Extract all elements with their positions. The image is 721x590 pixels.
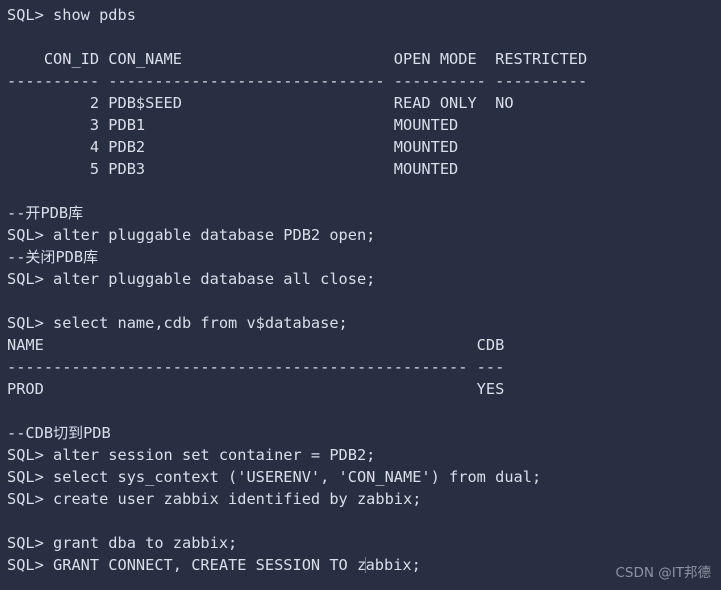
terminal-line-vdb-separator: ----------------------------------------…	[7, 356, 721, 378]
terminal-line-blank-1	[7, 26, 721, 48]
ascii-text-run: SQL> alter session set container = PDB2;	[7, 446, 376, 464]
ascii-text-run: PDB	[40, 204, 69, 222]
terminal-line-blank-2	[7, 180, 721, 202]
terminal-window[interactable]: SQL> show pdbs CON_ID CON_NAME OPEN MODE…	[0, 0, 721, 590]
cjk-text-run: 关闭	[25, 248, 56, 266]
terminal-line-pdbs-header: CON_ID CON_NAME OPEN MODE RESTRICTED	[7, 48, 721, 70]
ascii-text-run: SQL> alter pluggable database PDB2 open;	[7, 226, 376, 244]
terminal-line-comment-close-pdb: --关闭PDB库	[7, 246, 721, 268]
terminal-line-pdbs-separator: ---------- -----------------------------…	[7, 70, 721, 92]
cjk-text-run: 开	[25, 204, 41, 222]
terminal-line-cmd-show-pdbs: SQL> show pdbs	[7, 4, 721, 26]
ascii-text-run: ----------------------------------------…	[7, 358, 505, 376]
ascii-text-run: --	[7, 204, 26, 222]
terminal-line-blank-5	[7, 510, 721, 532]
terminal-line-comment-cdb-to-pdb: --CDB切到PDB	[7, 422, 721, 444]
terminal-line-cmd-create-user: SQL> create user zabbix identified by za…	[7, 488, 721, 510]
ascii-text-run: 5 PDB3 MOUNTED	[7, 160, 459, 178]
ascii-text-run: SQL> show pdbs	[7, 6, 136, 24]
terminal-line-comment-open-pdb: --开PDB库	[7, 202, 721, 224]
terminal-line-cmd-select-vdatabase: SQL> select name,cdb from v$database;	[7, 312, 721, 334]
ascii-text-run: --	[7, 248, 26, 266]
terminal-line-cmd-grant-dba: SQL> grant dba to zabbix;	[7, 532, 721, 554]
terminal-line-pdbs-row-pdb3: 5 PDB3 MOUNTED	[7, 158, 721, 180]
terminal-output: SQL> show pdbs CON_ID CON_NAME OPEN MODE…	[7, 4, 721, 576]
ascii-text-run: SQL> create user zabbix identified by za…	[7, 490, 422, 508]
terminal-line-cmd-sys-context: SQL> select sys_context ('USERENV', 'CON…	[7, 466, 721, 488]
ascii-text-run: 2 PDB$SEED READ ONLY NO	[7, 94, 514, 112]
ascii-text-run: SQL> GRANT CONNECT, CREATE SESSION TO z	[7, 556, 367, 574]
ascii-text-run: SQL> grant dba to zabbix;	[7, 534, 238, 552]
text-cursor	[365, 557, 367, 573]
csdn-watermark: CSDN @IT邦德	[615, 565, 711, 581]
ascii-text-run: --CDB	[7, 424, 54, 442]
terminal-line-cmd-close-all: SQL> alter pluggable database all close;	[7, 268, 721, 290]
terminal-line-cmd-open-pdb2: SQL> alter pluggable database PDB2 open;	[7, 224, 721, 246]
terminal-line-vdb-header: NAME CDB	[7, 334, 721, 356]
terminal-line-blank-4	[7, 400, 721, 422]
terminal-line-vdb-row-prod: PROD YES	[7, 378, 721, 400]
terminal-line-pdbs-row-seed: 2 PDB$SEED READ ONLY NO	[7, 92, 721, 114]
terminal-line-cmd-set-container: SQL> alter session set container = PDB2;	[7, 444, 721, 466]
ascii-text-run: CON_ID CON_NAME OPEN MODE RESTRICTED	[7, 50, 588, 68]
ascii-text-run: 4 PDB2 MOUNTED	[7, 138, 459, 156]
cjk-text-run: 库	[68, 204, 84, 222]
ascii-text-run: 3 PDB1 MOUNTED	[7, 116, 459, 134]
ascii-text-run: PDB	[55, 248, 84, 266]
terminal-line-blank-3	[7, 290, 721, 312]
ascii-text-run: PDB	[83, 424, 111, 442]
ascii-text-run: SQL> select sys_context ('USERENV', 'CON…	[7, 468, 542, 486]
terminal-line-pdbs-row-pdb2: 4 PDB2 MOUNTED	[7, 136, 721, 158]
ascii-text-run: SQL> select name,cdb from v$database;	[7, 314, 348, 332]
ascii-text-run: NAME CDB	[7, 336, 505, 354]
ascii-text-run: SQL> alter pluggable database all close;	[7, 270, 376, 288]
terminal-line-pdbs-row-pdb1: 3 PDB1 MOUNTED	[7, 114, 721, 136]
ascii-text-run: abbix;	[365, 556, 421, 574]
ascii-text-run: PROD YES	[7, 380, 505, 398]
cjk-text-run: 库	[83, 248, 99, 266]
cjk-text-run: 切到	[53, 424, 84, 442]
terminal-line-cmd-grant-connect: SQL> GRANT CONNECT, CREATE SESSION TO za…	[7, 554, 721, 576]
ascii-text-run: ---------- -----------------------------…	[7, 72, 588, 90]
